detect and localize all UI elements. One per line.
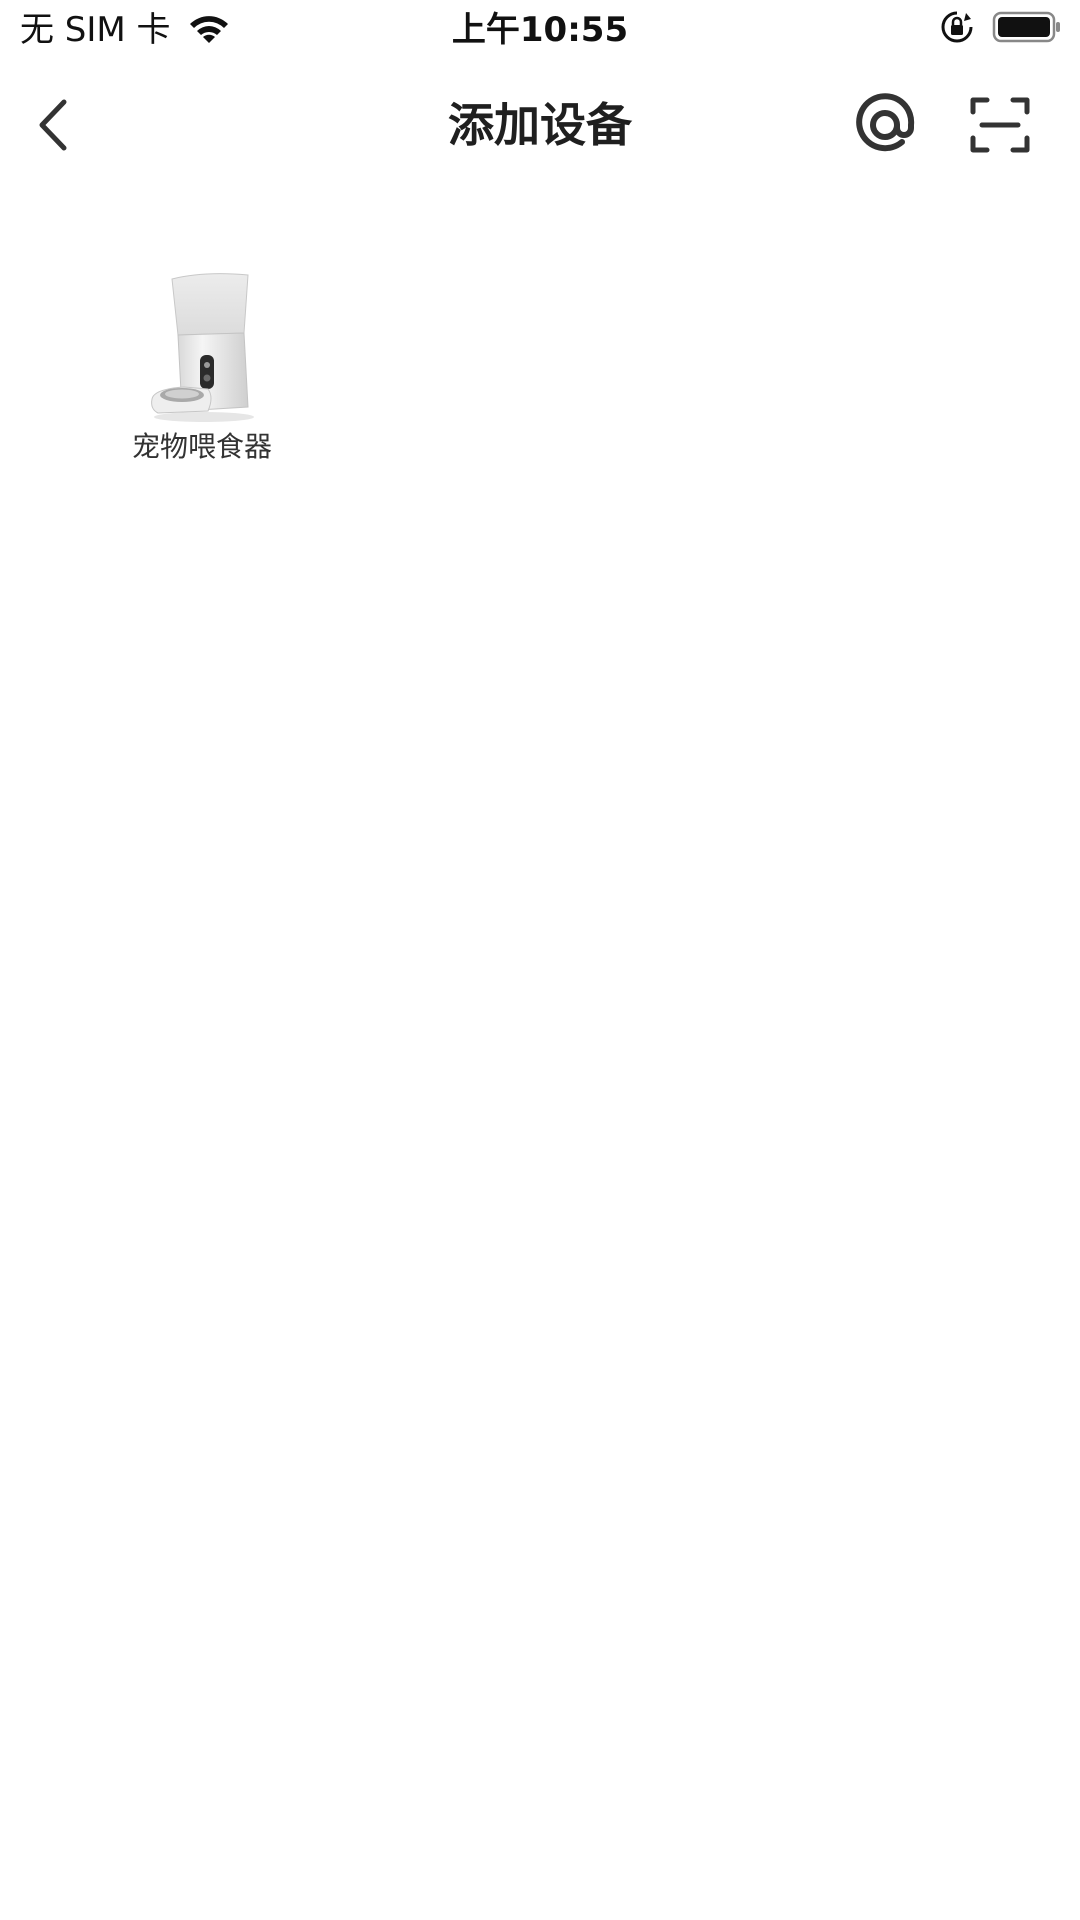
orientation-lock-icon — [941, 11, 973, 43]
at-button[interactable] — [850, 90, 920, 160]
device-item-pet-feeder[interactable]: 宠物喂食器 — [102, 255, 302, 475]
status-bar-right — [940, 10, 1062, 44]
scan-icon — [970, 97, 1030, 153]
battery-icon — [992, 11, 1060, 43]
nav-bar: 添加设备 — [0, 70, 1080, 180]
pet-feeder-image — [144, 265, 264, 425]
device-label: 宠物喂食器 — [131, 430, 272, 463]
scan-button[interactable] — [965, 90, 1035, 160]
status-bar: 无 SIM 卡 上午10:55 — [0, 0, 1080, 60]
at-sign-icon — [856, 93, 915, 152]
status-clock: 上午10:55 — [451, 10, 629, 50]
